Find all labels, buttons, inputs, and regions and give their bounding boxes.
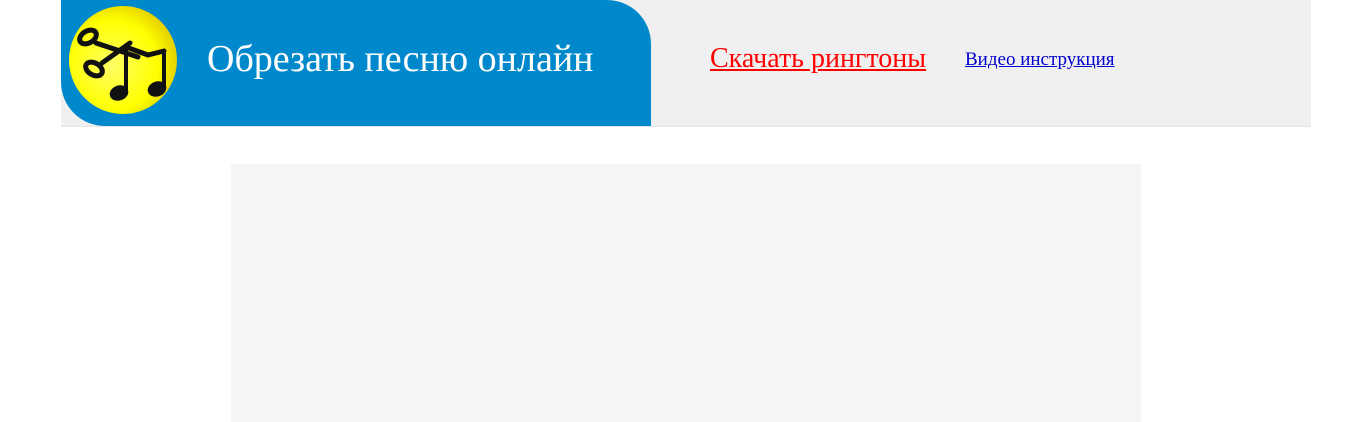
- brand-banner: Обрезать песню онлайн: [61, 0, 651, 126]
- main-content-panel: [231, 164, 1141, 422]
- page-title: Обрезать песню онлайн: [207, 38, 594, 80]
- download-ringtones-link[interactable]: Скачать рингтоны: [710, 42, 926, 76]
- site-header: Обрезать песню онлайн Скачать рингтоны В…: [61, 0, 1311, 127]
- scissors-music-notes-icon[interactable]: [68, 5, 178, 115]
- video-instruction-link[interactable]: Видео инструкция: [965, 49, 1115, 71]
